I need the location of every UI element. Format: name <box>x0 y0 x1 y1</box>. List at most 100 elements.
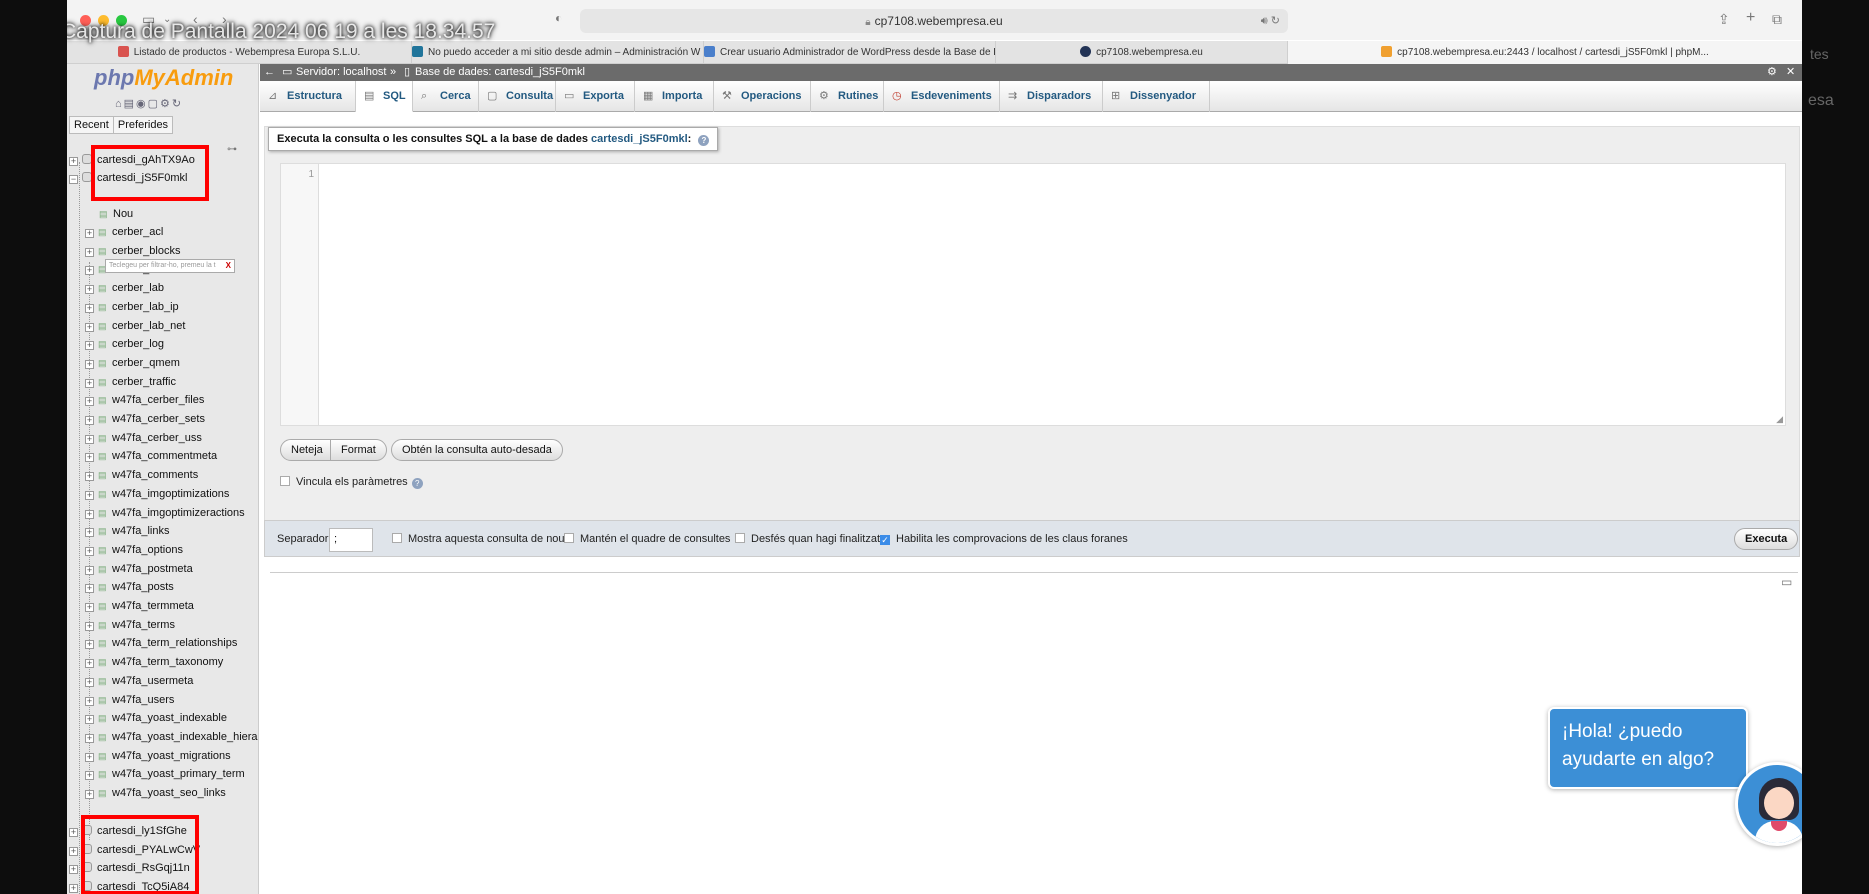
sql-editor[interactable]: 1 ◢ <box>280 163 1786 426</box>
tab-query[interactable]: ▢ Consulta <box>479 81 556 112</box>
table-node[interactable]: + ▤ w47fa_posts <box>85 579 174 596</box>
expand-icon[interactable]: + <box>85 490 94 500</box>
expand-icon[interactable]: + <box>69 828 78 837</box>
expand-icon[interactable]: + <box>85 229 94 238</box>
nav-tab-favorites[interactable]: Preferides <box>112 116 174 134</box>
table-node[interactable]: + ▤ w47fa_commentmeta <box>85 448 217 465</box>
separator-input[interactable]: ; <box>329 528 373 552</box>
nav-tab-recent[interactable]: Recent <box>69 116 114 134</box>
table-node[interactable]: + ▤ w47fa_terms <box>85 617 175 634</box>
table-node[interactable]: + ▤ w47fa_comments <box>85 467 198 484</box>
table-node[interactable]: + ▤ w47fa_cerber_files <box>85 392 204 409</box>
expand-icon[interactable]: + <box>85 509 94 519</box>
expand-icon[interactable]: + <box>85 266 94 276</box>
table-node[interactable]: + ▤ w47fa_yoast_seo_links <box>85 785 226 802</box>
expand-icon[interactable]: + <box>85 752 94 762</box>
expand-icon[interactable]: + <box>85 397 94 407</box>
table-node[interactable]: + ▤ cerber_log <box>85 336 164 353</box>
expand-icon[interactable]: + <box>85 640 94 650</box>
gear-icon[interactable]: ⚙ <box>1767 64 1777 81</box>
format-button[interactable]: Format <box>330 439 387 461</box>
browser-tab-3[interactable]: Crear usuario Administrador de WordPress… <box>704 41 996 64</box>
console-icon[interactable]: ▭ <box>1781 575 1792 589</box>
close-icon[interactable]: ✕ <box>1786 64 1795 81</box>
help-icon[interactable]: ? <box>411 478 423 489</box>
expand-icon[interactable]: + <box>85 603 94 612</box>
chat-bubble[interactable]: ¡Hola! ¿puedo ayudarte en algo? <box>1548 707 1748 789</box>
rollback-when-finished-option[interactable]: Desfés quan hagi finalitzat <box>735 533 880 545</box>
privacy-shield-icon[interactable]: ◐ <box>555 11 562 25</box>
breadcrumb-database[interactable]: Base de dades: cartesdi_jS5F0mkl <box>415 64 585 81</box>
table-node[interactable]: + ▤ w47fa_usermeta <box>85 673 193 690</box>
address-bar[interactable]: 🔒︎ cp7108.webempresa.eu 🔊︎ ↻ <box>580 9 1288 33</box>
table-node[interactable]: + ▤ w47fa_postmeta <box>85 561 193 578</box>
expand-icon[interactable]: + <box>85 733 94 743</box>
expand-icon[interactable]: + <box>85 472 94 482</box>
keep-query-box-option[interactable]: Mantén el quadre de consultes <box>564 533 730 545</box>
browser-tab-1[interactable]: Listado de productos - Webempresa Europa… <box>67 41 412 64</box>
tab-sql[interactable]: ▤ SQL <box>356 81 413 112</box>
expand-icon[interactable]: + <box>85 322 94 332</box>
table-node[interactable]: + ▤ w47fa_yoast_indexable_hiera <box>85 729 258 746</box>
checkbox[interactable] <box>564 533 574 543</box>
tab-search[interactable]: ⌕ Cerca <box>413 81 479 112</box>
resize-handle-icon[interactable]: ◢ <box>1776 414 1783 425</box>
browser-tab-2[interactable]: No puedo acceder a mi sitio desde admin … <box>412 41 704 64</box>
table-node[interactable]: + ▤ cerber_lab <box>85 280 164 297</box>
table-node[interactable]: + ▤ w47fa_cerber_sets <box>85 411 205 428</box>
help-icon[interactable]: ? <box>698 135 710 146</box>
table-node[interactable]: + ▤ w47fa_cerber_uss <box>85 430 202 447</box>
clear-button[interactable]: Neteja <box>280 439 334 461</box>
collapse-icon[interactable]: − <box>69 175 78 184</box>
tab-overview-icon[interactable]: ⧉ <box>1772 11 1782 28</box>
legend-database-link[interactable]: cartesdi_jS5F0mkl <box>591 133 688 145</box>
table-node[interactable]: + ▤ w47fa_yoast_migrations <box>85 748 231 765</box>
show-query-again-option[interactable]: Mostra aquesta consulta de nou <box>392 533 565 545</box>
tab-structure[interactable]: ⊿ Estructura <box>260 81 356 112</box>
expand-icon[interactable]: + <box>85 453 94 463</box>
checkbox[interactable] <box>392 533 402 543</box>
expand-icon[interactable]: + <box>85 285 94 295</box>
expand-icon[interactable]: + <box>85 528 94 538</box>
table-node[interactable]: + ▤ w47fa_term_taxonomy <box>85 654 223 671</box>
checkbox[interactable] <box>735 533 745 543</box>
foreign-key-checks-option[interactable]: ✓ Habilita les comprovacions de les claus… <box>880 533 1128 545</box>
table-node[interactable]: + ▤ w47fa_imgoptimizations <box>85 486 229 503</box>
expand-icon[interactable]: + <box>85 546 94 556</box>
expand-icon[interactable]: + <box>85 677 94 687</box>
expand-icon[interactable]: + <box>85 790 94 799</box>
table-node[interactable]: + ▤ cerber_blocks <box>85 243 180 260</box>
expand-icon[interactable]: + <box>85 247 94 257</box>
tab-operations[interactable]: ⚒ Operacions <box>714 81 811 112</box>
reload-icon[interactable]: 🔊︎ ↻ <box>1261 9 1280 33</box>
table-node[interactable]: + ▤ w47fa_yoast_indexable <box>85 710 227 727</box>
table-node[interactable]: + ▤ w47fa_yoast_primary_term <box>85 766 245 783</box>
new-table-node[interactable]: ▤ Nou <box>99 206 133 223</box>
bind-parameters-checkbox[interactable] <box>280 476 290 486</box>
expand-icon[interactable]: + <box>85 434 94 444</box>
expand-icon[interactable]: + <box>85 565 94 575</box>
collapse-nav-icon[interactable]: ← <box>264 64 275 81</box>
breadcrumb-server[interactable]: Servidor: localhost <box>296 64 387 81</box>
expand-icon[interactable]: + <box>85 696 94 706</box>
table-node[interactable]: + ▤ w47fa_term_relationships <box>85 635 237 652</box>
table-node[interactable]: + ▤ w47fa_links <box>85 523 169 540</box>
expand-icon[interactable]: + <box>69 865 78 875</box>
tab-designer[interactable]: ⊞ Dissenyador <box>1103 81 1210 112</box>
table-node[interactable]: + ▤ w47fa_termmeta <box>85 598 194 615</box>
expand-icon[interactable]: + <box>85 359 94 369</box>
expand-icon[interactable]: + <box>85 621 94 631</box>
get-autosaved-query-button[interactable]: Obtén la consulta auto-desada <box>391 439 563 461</box>
table-node[interactable]: + ▤ cerber_lab_ip <box>85 299 179 316</box>
table-node[interactable]: + ▤ w47fa_options <box>85 542 183 559</box>
expand-icon[interactable]: + <box>85 659 94 669</box>
link-chain-icon[interactable]: ⊶ <box>227 144 237 155</box>
clear-filter-icon[interactable]: X <box>226 260 231 272</box>
table-node[interactable]: + ▤ cerber_traffic <box>85 374 176 391</box>
share-icon[interactable]: ⇪ <box>1718 11 1730 28</box>
expand-icon[interactable]: + <box>85 715 94 725</box>
nav-quick-icons[interactable]: ⌂▤◉▢⚙↻ <box>115 97 183 110</box>
phpmyadmin-logo[interactable]: phpMyAdmin <box>94 65 233 91</box>
expand-icon[interactable]: + <box>85 584 94 594</box>
checkbox-checked[interactable]: ✓ <box>880 535 890 545</box>
